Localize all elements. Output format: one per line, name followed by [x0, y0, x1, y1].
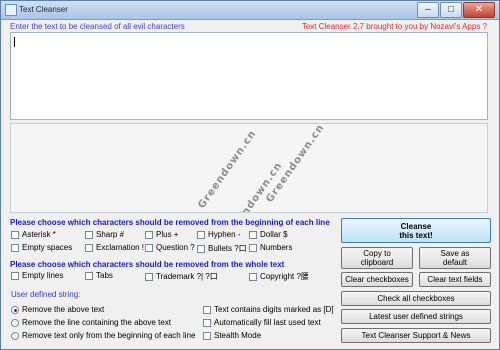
checkbox-trademark[interactable]: Trademark ?| ?口 — [145, 271, 218, 282]
window-title: Text Cleanser — [19, 5, 68, 14]
checkbox-box[interactable] — [203, 331, 211, 340]
radio-button[interactable] — [11, 305, 19, 314]
input-textarea[interactable] — [10, 32, 488, 120]
output-area: Greendown.cn Greendown.cn Greendown.cn — [10, 123, 488, 213]
section-begin-title: Please choose which characters should be… — [10, 218, 330, 227]
input-prompt: Enter the text to be cleansed of all evi… — [10, 22, 185, 31]
checkbox-box[interactable] — [249, 230, 257, 239]
checkbox-bullets[interactable]: Bullets ?口 — [197, 243, 247, 254]
checkbox-box[interactable] — [249, 243, 257, 252]
checkbox-box[interactable] — [11, 271, 19, 280]
checkbox-box[interactable] — [249, 272, 257, 281]
brand-link[interactable]: Text Cleanser 2.7 brought to you by Noza… — [302, 22, 487, 31]
radio-remove-text[interactable]: Remove the above text — [11, 305, 104, 314]
checkbox-box[interactable] — [203, 318, 211, 327]
user-defined-label: User defined string: — [11, 290, 81, 299]
check-all-button[interactable]: Check all checkboxes — [341, 291, 491, 306]
checkbox-box[interactable] — [145, 230, 153, 239]
checkbox-dollar[interactable]: Dollar $ — [249, 230, 288, 239]
maximize-button[interactable]: □ — [440, 2, 462, 18]
checkbox-sharp[interactable]: Sharp # — [85, 230, 124, 239]
checkbox-tabs[interactable]: Tabs — [85, 271, 113, 280]
checkbox-box[interactable] — [11, 243, 19, 252]
radio-button[interactable] — [11, 331, 19, 340]
checkbox-empty-lines[interactable]: Empty lines — [11, 271, 63, 280]
checkbox-box[interactable] — [197, 230, 205, 239]
checkbox-copyright[interactable]: Copyright ?腰 — [249, 271, 309, 282]
close-button[interactable]: ✕ — [463, 2, 495, 18]
checkbox-question[interactable]: Question ? — [145, 243, 195, 252]
clear-checkboxes-button[interactable]: Clear checkboxes — [341, 272, 413, 287]
app-icon — [5, 4, 17, 16]
checkbox-empty-spaces[interactable]: Empty spaces — [11, 243, 72, 252]
checkbox-digits-marked[interactable]: Text contains digits marked as [D] — [203, 305, 334, 314]
title-bar: Text Cleanser – □ ✕ — [1, 1, 499, 20]
radio-remove-line[interactable]: Remove the line containing the above tex… — [11, 318, 171, 327]
radio-button[interactable] — [11, 318, 19, 327]
checkbox-box[interactable] — [203, 305, 211, 314]
checkbox-asterisk[interactable]: Asterisk * — [11, 230, 56, 239]
text-caret — [14, 37, 15, 47]
minimize-button[interactable]: – — [417, 2, 439, 18]
checkbox-stealth[interactable]: Stealth Mode — [203, 331, 261, 340]
checkbox-numbers[interactable]: Numbers — [249, 243, 292, 252]
checkbox-box[interactable] — [197, 244, 205, 253]
checkbox-exclamation[interactable]: Exclamation ! — [85, 243, 144, 252]
checkbox-box[interactable] — [145, 272, 153, 281]
checkbox-box[interactable] — [85, 230, 93, 239]
checkbox-box[interactable] — [85, 271, 93, 280]
clear-text-fields-button[interactable]: Clear text fields — [419, 272, 491, 287]
app-window: Text Cleanser – □ ✕ Enter the text to be… — [0, 0, 500, 350]
checkbox-plus[interactable]: Plus + — [145, 230, 178, 239]
save-default-button[interactable]: Save as default — [419, 247, 491, 269]
checkbox-box[interactable] — [145, 243, 153, 252]
copy-clipboard-button[interactable]: Copy to clipboard — [341, 247, 413, 269]
checkbox-box[interactable] — [11, 230, 19, 239]
cleanse-button[interactable]: Cleanse this text! — [341, 218, 491, 243]
support-news-button[interactable]: Text Cleanser Support & News — [341, 328, 491, 343]
checkbox-box[interactable] — [85, 243, 93, 252]
checkbox-autofill[interactable]: Automatically fill last used text — [203, 318, 321, 327]
checkbox-hyphen[interactable]: Hyphen - — [197, 230, 240, 239]
section-whole-title: Please choose which characters should be… — [10, 260, 285, 269]
latest-strings-button[interactable]: Latest user defined strings — [341, 309, 491, 324]
radio-remove-beginning[interactable]: Remove text only from the beginning of e… — [11, 331, 195, 340]
